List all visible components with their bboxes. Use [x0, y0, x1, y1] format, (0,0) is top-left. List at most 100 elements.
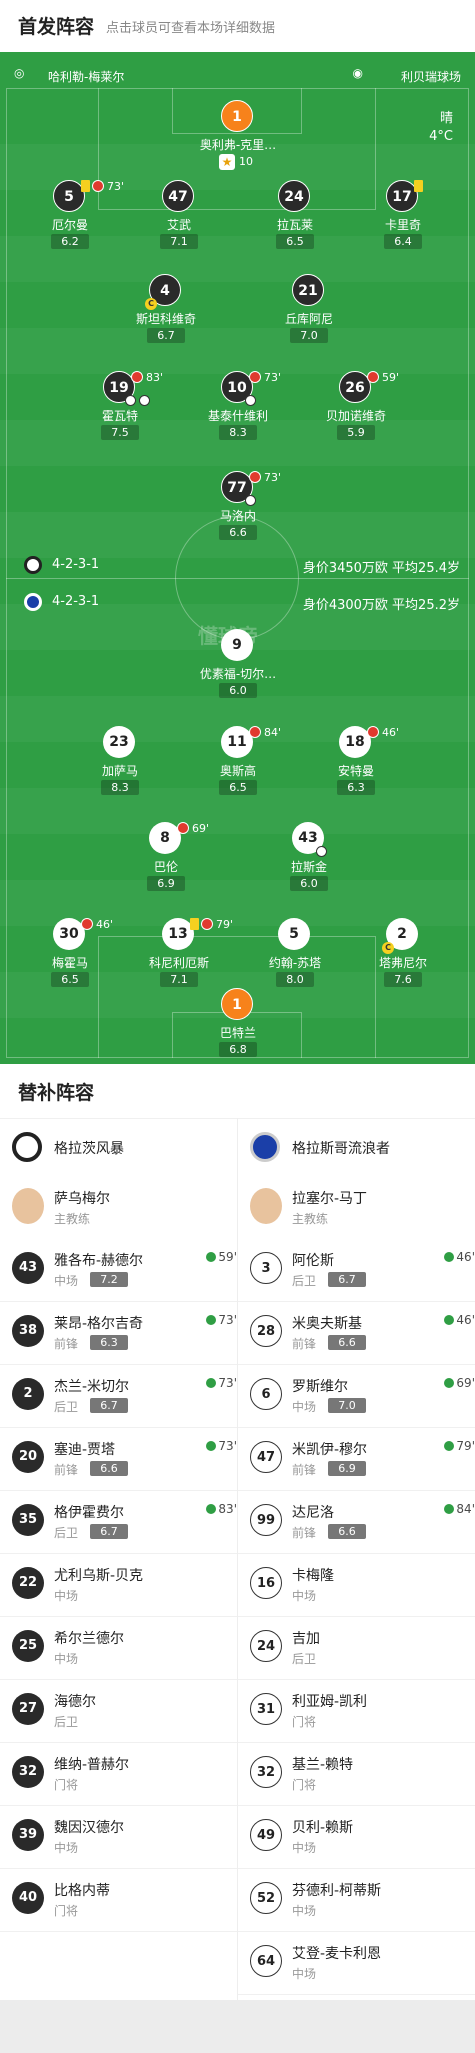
yellow-card-icon: [190, 918, 199, 930]
player-rating: 6.5: [276, 234, 314, 249]
home-coach[interactable]: 萨乌梅尔 主教练: [12, 1184, 227, 1234]
sub-on-icon: [206, 1378, 217, 1388]
assist-icon: [139, 395, 150, 406]
player-name: 巴特兰: [219, 1026, 256, 1040]
jersey-number: 23: [103, 726, 135, 758]
sub-player-row[interactable]: 43 雅各布-赫德尔 中场 7.2 59': [12, 1240, 237, 1302]
sub-player-row[interactable]: 64 艾登-麦卡利恩 中场: [250, 1933, 475, 1995]
sub-player-row[interactable]: 39 魏因汉德尔 中场: [12, 1807, 237, 1869]
jersey-number: 24: [278, 180, 310, 212]
player-name: 梅霍马: [51, 956, 88, 970]
sub-player-row[interactable]: 2 杰兰-米切尔 后卫 6.7 73': [12, 1366, 237, 1428]
player-name: 马洛内: [219, 509, 256, 523]
player-position: 后卫: [292, 1274, 317, 1288]
home-player[interactable]: 5 厄尔曼 6.2 73': [15, 180, 125, 266]
player-rating: 6.3: [90, 1335, 128, 1350]
sub-player-row[interactable]: 28 米奥夫斯基 前锋 6.6 46': [250, 1303, 475, 1365]
row-divider: [238, 1805, 475, 1806]
player-name: 科尼利厄斯: [148, 956, 209, 970]
sub-player-row[interactable]: 49 贝利-赖斯 中场: [250, 1807, 475, 1869]
jersey-number: 99: [250, 1504, 282, 1536]
player-rating: 6.3: [337, 780, 375, 795]
stadium-label: 利贝瑞球场: [400, 70, 461, 84]
home-player[interactable]: 19 霍瓦特 7.5 83': [65, 371, 175, 457]
away-team-name: 格拉斯哥流浪者: [292, 1141, 390, 1157]
sub-player-row[interactable]: 32 维纳-普赫尔 门将: [12, 1744, 237, 1806]
away-player[interactable]: 23 加萨马 8.3: [65, 726, 175, 812]
jersey-number: 24: [250, 1630, 282, 1662]
player-name: 丘库阿尼: [284, 312, 333, 326]
jersey-number: 2: [12, 1378, 44, 1410]
sub-player-row[interactable]: 6 罗斯维尔 中场 7.0 69': [250, 1366, 475, 1428]
sub-off-icon: [201, 918, 213, 930]
sub-time: 79': [456, 1439, 475, 1453]
home-player[interactable]: 17 卡里奇 6.4: [348, 180, 458, 266]
home-player[interactable]: 1 奥利弗-克里… ★ 10: [183, 100, 293, 186]
row-divider: [0, 1490, 237, 1491]
player-rating: 10: [239, 155, 253, 168]
sub-player-row[interactable]: 52 芬德利-柯蒂斯 中场: [250, 1870, 475, 1932]
player-name: 米凯伊-穆尔: [292, 1442, 368, 1458]
home-player[interactable]: 24 拉瓦莱 6.5: [240, 180, 350, 266]
sub-off-icon: [131, 371, 143, 383]
player-position: 中场: [292, 1841, 317, 1855]
sub-on-icon: [444, 1378, 455, 1388]
away-player[interactable]: 18 安特曼 6.3 46': [301, 726, 411, 812]
sub-time: 46': [96, 918, 114, 931]
sub-player-row[interactable]: 3 阿伦斯 后卫 6.7 46': [250, 1240, 475, 1302]
jersey-number: 39: [12, 1819, 44, 1851]
home-player[interactable]: 10 基泰什维利 8.3 73': [183, 371, 293, 457]
sub-on-indicator: 73': [206, 1439, 237, 1453]
player-position: 中场: [54, 1274, 79, 1288]
player-rating: 6.6: [219, 525, 257, 540]
home-player[interactable]: 21 丘库阿尼 7.0: [254, 274, 364, 360]
away-player[interactable]: 2 塔弗尼尔 7.6 C: [348, 918, 458, 1004]
home-player[interactable]: 4 斯坦科维奇 6.7 C: [111, 274, 221, 360]
sub-time: 73': [218, 1313, 237, 1327]
away-player[interactable]: 1 巴特兰 6.8: [183, 988, 293, 1064]
home-player[interactable]: 26 贝加诺维奇 5.9 59': [301, 371, 411, 457]
away-player[interactable]: 8 巴伦 6.9 69': [111, 822, 221, 908]
sub-player-row[interactable]: 20 塞迪-贾塔 前锋 6.6 73': [12, 1429, 237, 1491]
player-name: 安特曼: [337, 764, 374, 778]
away-player[interactable]: 11 奥斯高 6.5 84': [183, 726, 293, 812]
sub-player-row[interactable]: 38 莱昂-格尔吉奇 前锋 6.3 73': [12, 1303, 237, 1365]
player-rating: 6.9: [328, 1461, 366, 1476]
sub-player-row[interactable]: 27 海德尔 后卫: [12, 1681, 237, 1743]
sub-player-row[interactable]: 31 利亚姆-凯利 门将: [250, 1681, 475, 1743]
away-team-logo-icon: [24, 593, 42, 611]
away-formation-row: 4-2-3-1 身价4300万欧 平均25.2岁: [24, 593, 464, 613]
away-player[interactable]: 9 优素福-切尔… 6.0: [183, 629, 293, 715]
sub-player-row[interactable]: 99 达尼洛 前锋 6.6 84': [250, 1492, 475, 1554]
away-squad-value: 身价4300万欧 平均25.2岁: [302, 598, 460, 613]
player-position: 前锋: [292, 1337, 317, 1351]
home-player[interactable]: 77 马洛内 6.6 73': [183, 471, 293, 557]
away-player[interactable]: 43 拉斯金 6.0: [254, 822, 364, 908]
player-name: 霍瓦特: [101, 409, 138, 423]
sub-time: 73': [264, 471, 282, 484]
away-player[interactable]: 30 梅霍马 6.5 46': [15, 918, 125, 1004]
row-divider: [0, 1931, 237, 1932]
yellow-card-icon: [81, 180, 90, 192]
player-name: 优素福-切尔…: [199, 667, 277, 681]
player-name: 拉斯金: [290, 860, 327, 874]
sub-player-row[interactable]: 35 格伊霍费尔 后卫 6.7 83': [12, 1492, 237, 1554]
player-name: 艾武: [166, 218, 191, 232]
sub-player-row[interactable]: 32 基兰-赖特 门将: [250, 1744, 475, 1806]
sub-on-indicator: 79': [444, 1439, 475, 1453]
row-divider: [238, 1364, 475, 1365]
sub-time: 84': [456, 1502, 475, 1516]
player-rating: 7.5: [101, 425, 139, 440]
sub-player-row[interactable]: 47 米凯伊-穆尔 前锋 6.9 79': [250, 1429, 475, 1491]
sub-player-row[interactable]: 16 卡梅隆 中场: [250, 1555, 475, 1617]
sub-player-row[interactable]: 25 希尔兰德尔 中场: [12, 1618, 237, 1680]
jersey-number: 16: [250, 1567, 282, 1599]
row-divider: [0, 1805, 237, 1806]
home-player[interactable]: 47 艾武 7.1: [124, 180, 234, 266]
pitch: ◎ 哈利勒-梅莱尔 ◉ 利贝瑞球场 晴 4°C 4-2-3-1 身价3450万欧…: [0, 52, 475, 1064]
sub-player-row[interactable]: 40 比格内蒂 门将: [12, 1870, 237, 1932]
sub-player-row[interactable]: 22 尤利乌斯-贝克 中场: [12, 1555, 237, 1617]
away-coach[interactable]: 拉塞尔-马丁 主教练: [250, 1184, 465, 1234]
player-rating: 6.4: [384, 234, 422, 249]
sub-player-row[interactable]: 24 吉加 后卫: [250, 1618, 475, 1680]
